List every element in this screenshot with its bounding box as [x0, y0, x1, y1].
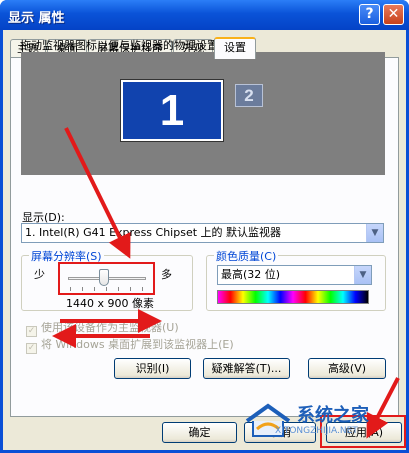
window-title: 显示 属性 — [8, 11, 65, 26]
resolution-more-label: 多 — [161, 268, 172, 281]
color-spectrum-bar — [217, 290, 369, 304]
resolution-less-label: 少 — [34, 268, 45, 281]
slider-ticks — [70, 287, 146, 291]
site-watermark: 系统之家 XITONGZHIJIA.NET — [239, 401, 405, 443]
troubleshoot-button[interactable]: 疑难解答(T)... — [203, 358, 290, 379]
ok-button[interactable]: 确定 — [162, 422, 237, 443]
tab-settings[interactable]: 设置 — [214, 37, 256, 59]
checkbox-check-icon[interactable]: ✓ — [26, 343, 37, 354]
slider-thumb[interactable] — [99, 269, 109, 286]
monitor-2-icon[interactable]: 2 — [235, 84, 263, 107]
title-bar[interactable]: 显示 属性 ? ✕ — [0, 0, 409, 30]
extend-desktop-label: 将 Windows 桌面扩展到该监视器上(E) — [41, 338, 234, 351]
help-button[interactable]: ? — [359, 4, 380, 25]
chevron-down-icon[interactable]: ▼ — [366, 224, 383, 242]
watermark-text: 系统之家 — [297, 405, 369, 426]
color-quality-select[interactable]: 最高(32 位) ▼ — [217, 265, 372, 285]
resolution-slider[interactable] — [58, 262, 155, 295]
color-quality-value: 最高(32 位) — [221, 268, 281, 281]
advanced-button[interactable]: 高级(V) — [308, 358, 386, 379]
primary-monitor-checkbox[interactable]: ✓ 使用该设备作为主监视器(U) — [26, 319, 179, 337]
extend-desktop-checkbox[interactable]: ✓ 将 Windows 桌面扩展到该监视器上(E) — [26, 336, 234, 354]
resolution-value: 1440 x 900 像素 — [66, 297, 154, 310]
primary-monitor-label: 使用该设备作为主监视器(U) — [41, 321, 179, 334]
close-button[interactable]: ✕ — [383, 4, 404, 25]
chevron-down-icon[interactable]: ▼ — [354, 266, 371, 284]
color-quality-title: 颜色质量(C) — [214, 248, 279, 264]
monitor-1-icon[interactable]: 1 — [120, 79, 224, 142]
display-select[interactable]: 1. Intel(R) G41 Express Chipset 上的 默认监视器… — [21, 223, 384, 243]
monitor-arrangement-area[interactable]: 1 2 — [21, 52, 385, 175]
identify-button[interactable]: 识别(I) — [114, 358, 191, 379]
display-select-value: 1. Intel(R) G41 Express Chipset 上的 默认监视器 — [25, 226, 282, 239]
watermark-subtext: XITONGZHIJIA.NET — [275, 426, 358, 436]
